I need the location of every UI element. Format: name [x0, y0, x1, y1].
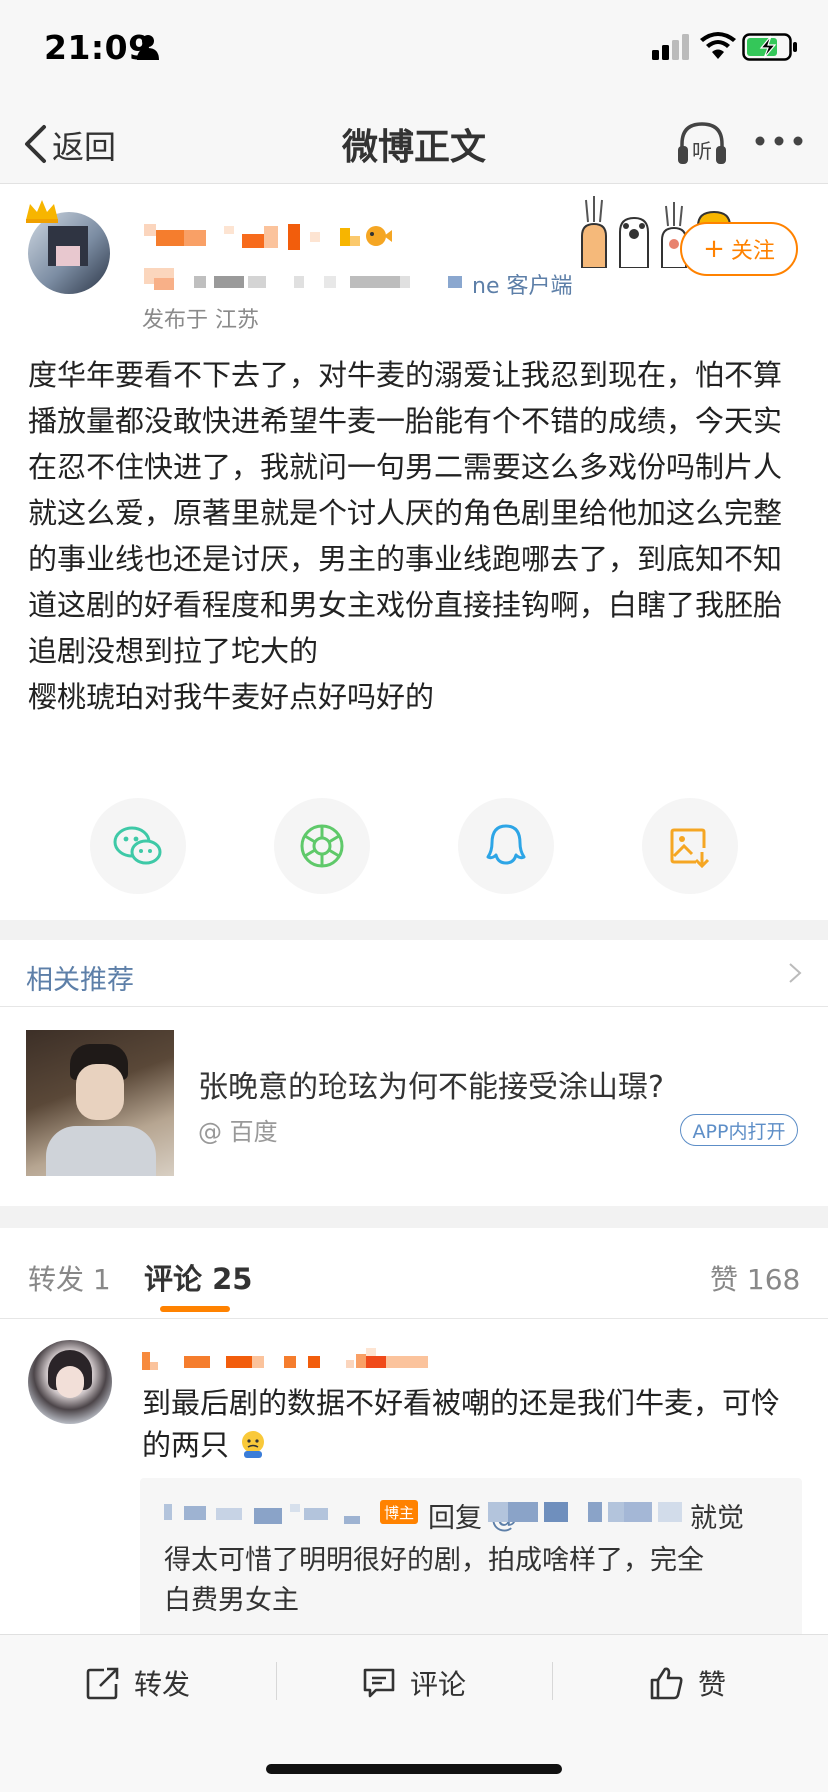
- wechat-icon: [113, 826, 162, 865]
- reply-text-line-2: 得太可惜了明明很好的剧，拍成啥样了，完全: [164, 1545, 704, 1576]
- toolbar-separator: [276, 1662, 277, 1700]
- listen-headphones-icon[interactable]: 听: [676, 120, 728, 166]
- comment-button[interactable]: 评论: [362, 1660, 466, 1706]
- divider: [0, 1318, 828, 1319]
- like-label: 赞: [698, 1668, 727, 1701]
- repost-icon: [86, 1667, 119, 1700]
- post-source: ne 客户端: [472, 274, 573, 299]
- comment-text: 到最后剧的数据不好看被嘲的还是我们牛麦，可怜的两只: [142, 1382, 792, 1466]
- follow-button[interactable]: + 关注: [680, 222, 798, 276]
- reply-author-pixelated[interactable]: [164, 1500, 364, 1526]
- listen-label: 听: [692, 139, 712, 163]
- source-pixelated: [144, 268, 462, 290]
- follow-label: 关注: [730, 239, 775, 264]
- commenter-avatar[interactable]: [28, 1340, 112, 1424]
- tab-repost[interactable]: 转发 1: [28, 1258, 111, 1298]
- comment-label: 评论: [410, 1668, 467, 1701]
- share-qq-button[interactable]: [458, 798, 554, 894]
- reply-text-line-3: 白费男女主: [164, 1585, 299, 1616]
- divider: [0, 1006, 828, 1007]
- cellular-signal-icon: [652, 34, 689, 60]
- blogger-badge: 博主: [380, 1500, 418, 1524]
- repost-button[interactable]: 转发: [86, 1660, 190, 1706]
- section-divider: [0, 1206, 828, 1228]
- open-in-app-button[interactable]: APP内打开: [680, 1114, 798, 1146]
- plus-icon: +: [703, 234, 725, 264]
- crown-icon: [26, 200, 58, 223]
- author-avatar[interactable]: [28, 212, 110, 294]
- repost-label: 转发: [134, 1668, 191, 1701]
- reply-text-line-1: 就觉: [690, 1503, 744, 1534]
- back-arrow-icon[interactable]: [22, 124, 48, 164]
- active-tab-indicator: [160, 1306, 230, 1312]
- mention-pixelated[interactable]: [488, 1498, 686, 1524]
- qq-icon: [486, 824, 526, 865]
- tab-comment[interactable]: 评论 25: [144, 1256, 252, 1298]
- comment-icon: [363, 1668, 395, 1698]
- post-text: 度华年要看不下去了，对牛麦的溺爱让我忍到现在，怕不算播放量都没敢快进希望牛麦一胎…: [28, 358, 783, 714]
- tab-likes[interactable]: 赞 168: [710, 1258, 800, 1298]
- toolbar-separator: [552, 1662, 553, 1700]
- publish-location: 发布于 江苏: [142, 308, 259, 333]
- wifi-icon: [700, 32, 736, 59]
- save-image-icon: [670, 828, 710, 868]
- like-button[interactable]: 赞: [650, 1660, 726, 1706]
- battery-charging-icon: [742, 33, 797, 61]
- share-wechat-button[interactable]: [90, 798, 186, 894]
- section-divider: [0, 920, 828, 940]
- home-indicator[interactable]: [266, 1764, 562, 1774]
- emoji-icon: [242, 1431, 265, 1458]
- related-source: @ 百度: [198, 1118, 278, 1146]
- back-button[interactable]: 返回: [52, 122, 116, 168]
- more-options-icon[interactable]: [754, 134, 804, 148]
- author-name-pixelated[interactable]: [144, 222, 444, 254]
- person-icon: [137, 35, 159, 60]
- related-thumbnail[interactable]: [26, 1030, 174, 1176]
- status-time: 21:09: [44, 28, 152, 67]
- related-question[interactable]: 张晚意的玱玹为何不能接受涂山璟?: [198, 1062, 664, 1106]
- save-image-button[interactable]: [642, 798, 738, 894]
- moments-icon: [300, 824, 344, 868]
- commenter-name-pixelated[interactable]: [142, 1346, 428, 1374]
- related-title[interactable]: 相关推荐: [26, 958, 134, 997]
- reply-verb: 回复: [428, 1503, 482, 1534]
- chevron-right-icon[interactable]: [788, 962, 802, 984]
- share-moments-button[interactable]: [274, 798, 370, 894]
- thumbs-up-icon: [650, 1667, 683, 1700]
